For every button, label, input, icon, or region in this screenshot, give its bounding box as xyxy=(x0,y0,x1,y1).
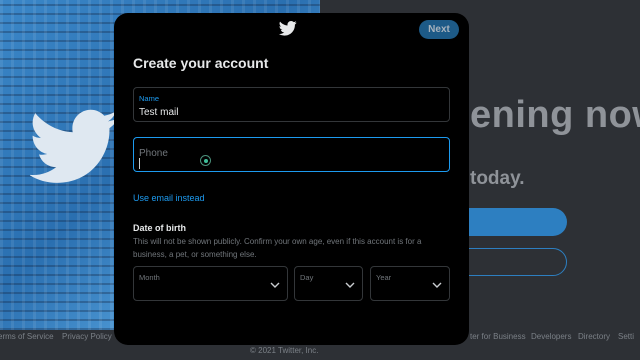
name-field-value[interactable]: Test mail xyxy=(139,107,178,118)
chevron-down-icon xyxy=(432,282,442,288)
footer-link-developers: Developers xyxy=(531,332,572,341)
year-select[interactable]: Year xyxy=(370,266,450,301)
month-select[interactable]: Month xyxy=(133,266,288,301)
chevron-down-icon xyxy=(270,282,280,288)
footer-link-privacy: Privacy Policy xyxy=(62,332,112,341)
name-field-label: Name xyxy=(139,94,160,103)
year-select-label: Year xyxy=(376,273,392,282)
text-caret xyxy=(139,158,140,169)
modal-header: Next xyxy=(114,13,469,45)
twitter-bird-icon xyxy=(30,109,119,183)
mouse-cursor-icon xyxy=(200,155,211,166)
phone-field-placeholder: Phone xyxy=(139,148,168,159)
month-select-label: Month xyxy=(139,273,160,282)
dob-description: This will not be shown publicly. Confirm… xyxy=(133,237,422,259)
modal-title: Create your account xyxy=(133,55,269,71)
name-field[interactable]: Name Test mail xyxy=(133,87,450,122)
footer-link-business: ter for Business xyxy=(470,332,526,341)
footer-copyright: © 2021 Twitter, Inc. xyxy=(250,346,319,355)
use-email-link[interactable]: Use email instead xyxy=(133,193,205,203)
dob-title: Date of birth xyxy=(133,223,186,233)
footer-link-settings: Setti xyxy=(618,332,635,341)
background-subtext: today. xyxy=(470,168,525,189)
day-select-label: Day xyxy=(300,273,314,282)
day-select[interactable]: Day xyxy=(294,266,363,301)
footer-link-directory: Directory xyxy=(578,332,611,341)
signup-modal: Next Create your account Name Test mail … xyxy=(114,13,469,345)
twitter-bird-icon xyxy=(278,20,297,36)
next-button[interactable]: Next xyxy=(419,20,459,39)
phone-field[interactable]: Phone xyxy=(133,137,450,172)
footer-link-terms: erms of Service xyxy=(0,332,54,341)
chevron-down-icon xyxy=(345,282,355,288)
background-headline: ening now xyxy=(470,94,640,136)
